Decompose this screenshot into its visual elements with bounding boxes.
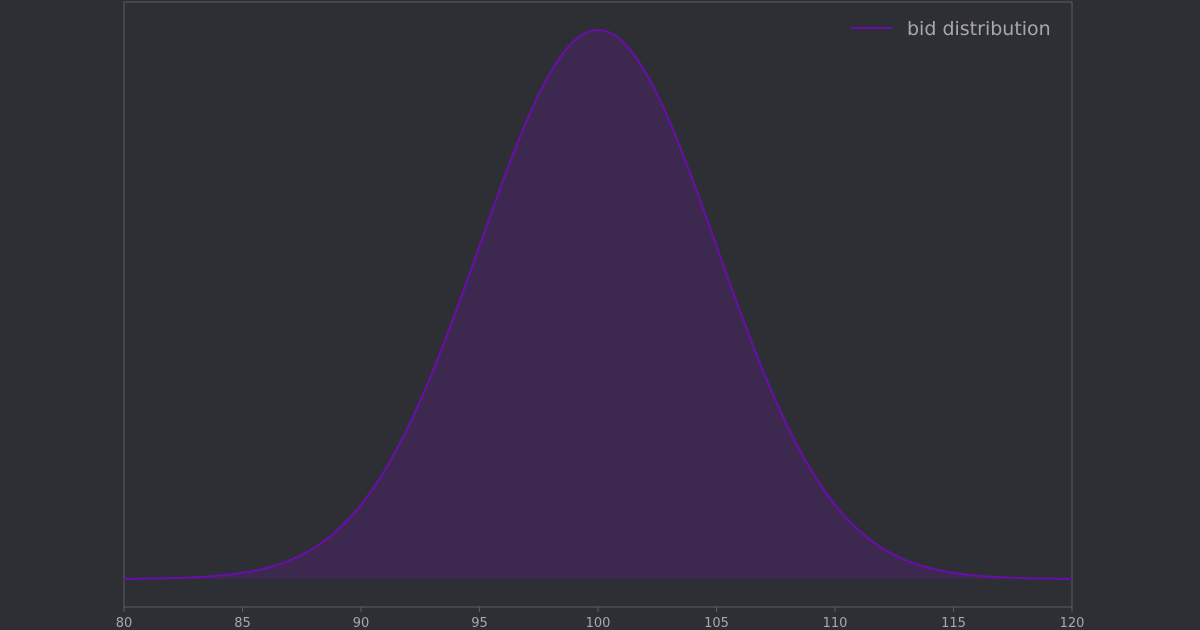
x-tick-label-90: 90 bbox=[353, 616, 370, 630]
legend: bid distribution bbox=[851, 18, 1051, 40]
x-tick-label-95: 95 bbox=[471, 616, 488, 630]
x-axis: 80 85 90 95 100 105 110 115 120 bbox=[116, 607, 1085, 630]
x-tick-label-105: 105 bbox=[704, 616, 729, 630]
chart: 80 85 90 95 100 105 110 115 120 bid distribution bbox=[0, 0, 1200, 630]
x-tick-label-120: 120 bbox=[1060, 616, 1085, 630]
x-tick-label-100: 100 bbox=[586, 616, 611, 630]
chart-svg: 80 85 90 95 100 105 110 115 120 bid distribution bbox=[116, 1, 1085, 630]
x-tick-label-80: 80 bbox=[116, 616, 133, 630]
legend-label-bid-distribution: bid distribution bbox=[907, 18, 1051, 40]
x-tick-label-110: 110 bbox=[823, 616, 848, 630]
series-fill-bid-distribution bbox=[124, 30, 1072, 579]
x-tick-label-115: 115 bbox=[941, 616, 966, 630]
x-tick-label-85: 85 bbox=[234, 616, 251, 630]
